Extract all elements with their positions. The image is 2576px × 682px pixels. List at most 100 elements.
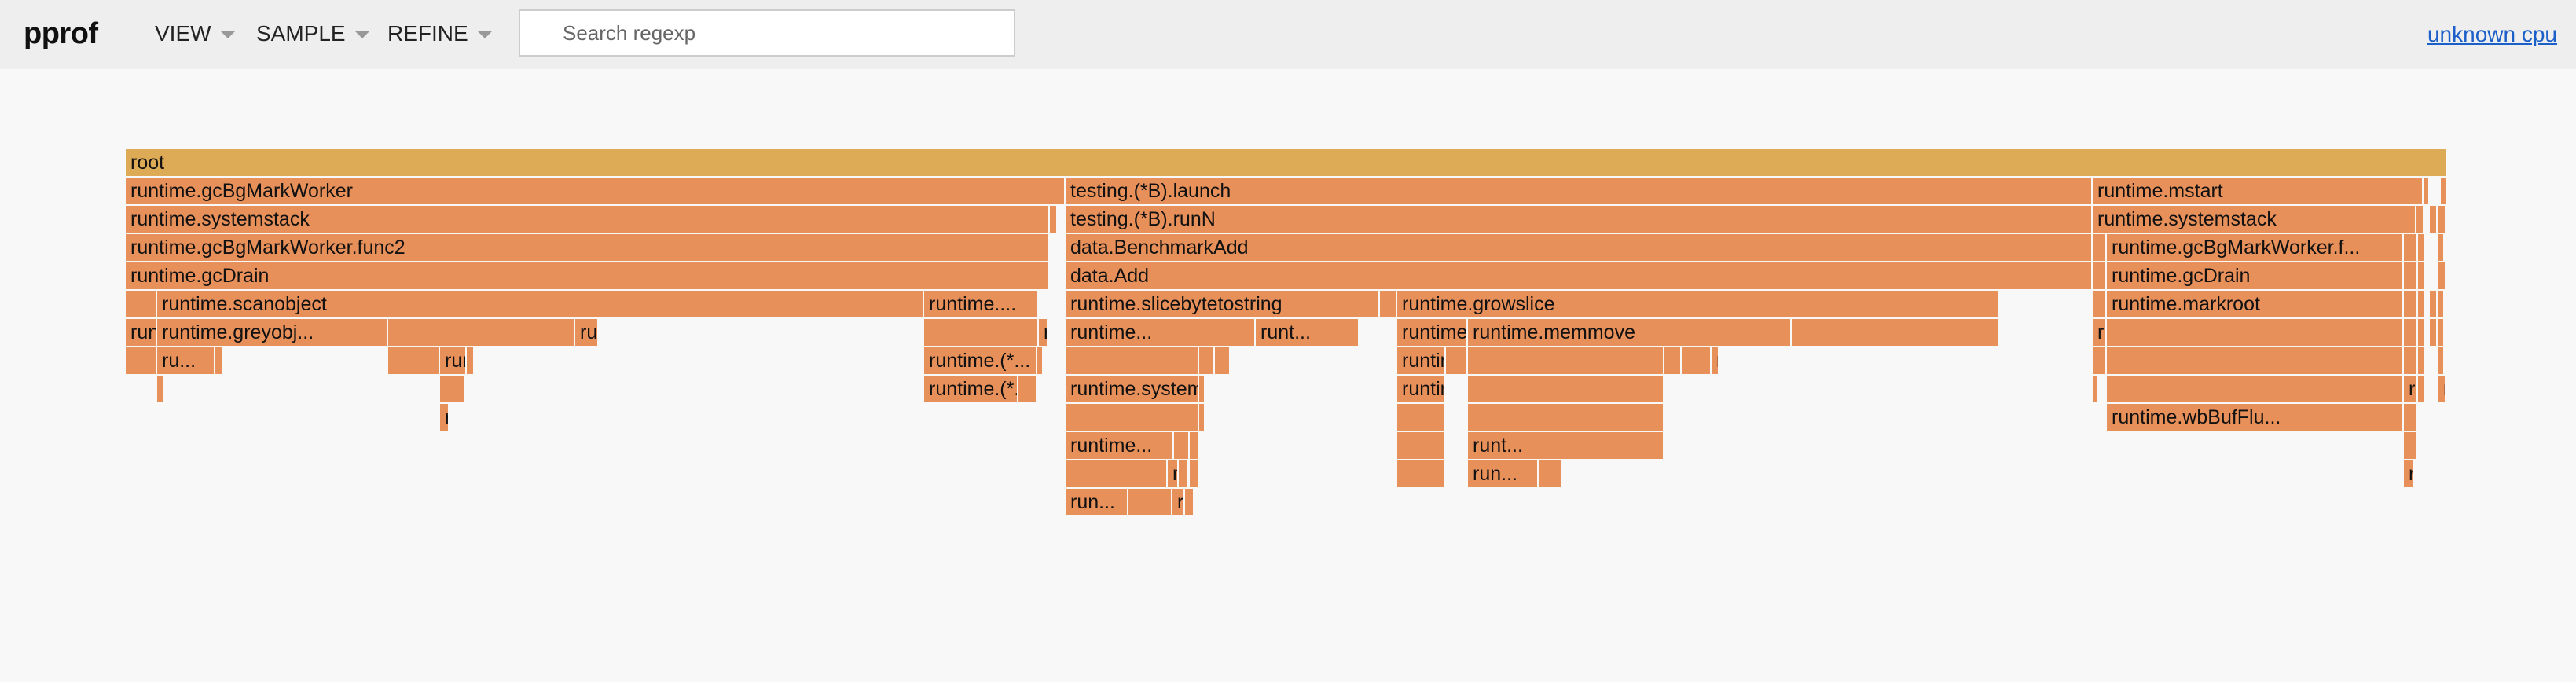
frame[interactable]: runtime.wbBufFlu... xyxy=(2107,404,2404,431)
frame[interactable]: data.Add xyxy=(1066,262,2093,289)
frame[interactable]: runtime.mstart xyxy=(2093,178,2424,204)
frame[interactable]: runtime.wbBufFlu... xyxy=(1397,347,1446,374)
frame[interactable]: runtime... xyxy=(1066,319,1256,346)
frame[interactable] xyxy=(2093,234,2107,261)
frame[interactable] xyxy=(1468,347,1664,374)
frame[interactable]: runtime.bulkBarrierPreWriteSr... xyxy=(1397,319,1468,346)
frame[interactable]: runtime.mallocgc xyxy=(1039,319,1048,346)
frame[interactable]: ru... xyxy=(157,347,215,374)
frame[interactable] xyxy=(1468,376,1664,402)
frame[interactable] xyxy=(2441,178,2447,204)
frame[interactable] xyxy=(2438,234,2445,261)
frame[interactable]: runtime.greyobj... xyxy=(157,319,388,346)
frame[interactable] xyxy=(1190,432,1199,459)
frame[interactable]: runtime.gcBgMarkWorker.f... xyxy=(2107,234,2404,261)
frame[interactable] xyxy=(1199,376,1205,402)
frame[interactable]: run... xyxy=(2404,460,2415,487)
frame[interactable] xyxy=(1199,347,1215,374)
frame[interactable]: runtime.osyield xyxy=(1397,376,1446,402)
frame[interactable]: testing.(*B).launch xyxy=(1066,178,2093,204)
frame[interactable] xyxy=(1380,291,1397,317)
frame[interactable] xyxy=(1190,460,1199,487)
frame[interactable]: runtime.memmove xyxy=(1468,319,1792,346)
frame[interactable] xyxy=(1174,432,1190,459)
frame[interactable]: runtime.systemstack xyxy=(2093,206,2416,233)
frame[interactable] xyxy=(2438,262,2446,289)
frame[interactable] xyxy=(1128,489,1172,515)
frame[interactable] xyxy=(2418,319,2426,346)
frame[interactable] xyxy=(2404,319,2418,346)
frame[interactable] xyxy=(1664,347,1682,374)
frame[interactable]: runtime.gcDrain xyxy=(126,262,1050,289)
frame[interactable]: runtime.... xyxy=(924,291,1039,317)
frame[interactable] xyxy=(2430,291,2438,317)
frame[interactable] xyxy=(126,347,157,374)
frame[interactable] xyxy=(2430,319,2438,346)
frame[interactable]: run... xyxy=(1168,460,1179,487)
frame[interactable] xyxy=(2438,347,2445,374)
frame[interactable] xyxy=(2093,262,2107,289)
frame[interactable] xyxy=(2418,234,2425,261)
frame[interactable] xyxy=(2093,376,2099,402)
frame[interactable] xyxy=(1215,347,1231,374)
frame[interactable] xyxy=(2424,178,2430,204)
frame[interactable] xyxy=(440,376,465,402)
frame[interactable]: runtime.... xyxy=(440,347,467,374)
frame[interactable] xyxy=(2418,376,2426,402)
frame[interactable] xyxy=(1179,460,1188,487)
frame[interactable] xyxy=(2404,234,2418,261)
frame[interactable]: runtime.markroot.func1 xyxy=(2093,319,2107,346)
frame[interactable]: runtim... xyxy=(157,376,165,402)
frame[interactable] xyxy=(1066,460,1168,487)
frame[interactable]: runtime.(*... xyxy=(924,347,1037,374)
frame[interactable]: runtime.scang xyxy=(1712,347,1719,374)
frame[interactable] xyxy=(1066,347,1199,374)
frame[interactable] xyxy=(1468,404,1664,431)
frame[interactable]: runtime.scanobject xyxy=(157,291,924,317)
frame[interactable] xyxy=(2093,291,2107,317)
frame[interactable] xyxy=(1792,319,1999,346)
frame[interactable] xyxy=(388,319,575,346)
frame[interactable] xyxy=(2418,291,2426,317)
frame[interactable] xyxy=(215,347,223,374)
frame[interactable] xyxy=(1185,489,1194,515)
frame[interactable] xyxy=(1018,376,1037,402)
frame[interactable]: runtime.... xyxy=(1199,404,1205,431)
frame[interactable] xyxy=(2438,291,2445,317)
frame[interactable] xyxy=(1397,460,1446,487)
frame[interactable] xyxy=(2438,206,2446,233)
frame[interactable]: runtime.gcDrain xyxy=(2107,262,2404,289)
root-frame[interactable]: root xyxy=(126,149,2448,176)
frame[interactable] xyxy=(2404,347,2418,374)
frame[interactable]: runtime.usleep xyxy=(440,404,450,431)
frame[interactable]: run... xyxy=(1468,460,1539,487)
frame[interactable] xyxy=(1539,460,1562,487)
frame[interactable] xyxy=(1066,404,1199,431)
frame[interactable] xyxy=(2107,319,2404,346)
frame[interactable] xyxy=(2418,347,2426,374)
frame[interactable] xyxy=(1397,432,1446,459)
frame[interactable]: run... xyxy=(1066,489,1128,515)
frame[interactable]: runtime.findObject xyxy=(126,319,157,346)
frame[interactable]: data.BenchmarkAdd xyxy=(1066,234,2093,261)
frame[interactable] xyxy=(2093,347,2107,374)
frame[interactable] xyxy=(924,319,1039,346)
frame[interactable]: ru... xyxy=(1172,489,1185,515)
frame[interactable]: runtime.gcBgMarkWorker.func2 xyxy=(126,234,1050,261)
frame[interactable]: ru... xyxy=(2438,319,2445,346)
frame[interactable]: runtime.slicebytetostring xyxy=(1066,291,1380,317)
frame[interactable] xyxy=(2404,404,2418,431)
frame[interactable] xyxy=(2404,291,2418,317)
frame[interactable] xyxy=(2107,347,2404,374)
frame[interactable]: runtime.systemst... xyxy=(1066,376,1199,402)
frame[interactable] xyxy=(1446,347,1468,374)
frame[interactable] xyxy=(1682,347,1712,374)
frame[interactable]: runtime.systemstack xyxy=(126,206,1050,233)
frame[interactable]: runtime... xyxy=(1066,432,1174,459)
frame[interactable]: runtime.markroot xyxy=(2107,291,2404,317)
frame[interactable]: runtime.... xyxy=(575,319,599,346)
frame[interactable] xyxy=(126,291,157,317)
frame[interactable] xyxy=(2404,262,2418,289)
frame[interactable] xyxy=(2418,262,2426,289)
frame[interactable] xyxy=(2416,206,2424,233)
